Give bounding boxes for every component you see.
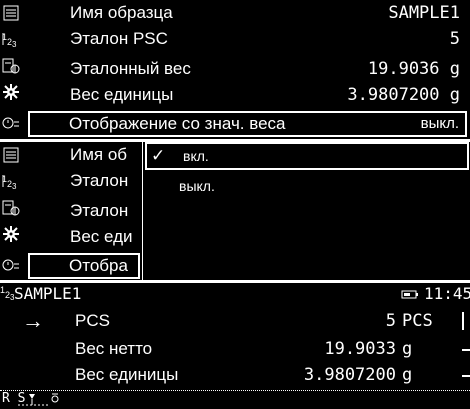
display-settings-icon[interactable]: [1, 113, 21, 133]
measurement-unit: PCS: [402, 311, 433, 331]
setting-label: Отобра: [69, 256, 128, 275]
list-icon[interactable]: [1, 145, 21, 165]
pcs-icon[interactable]: 123: [1, 171, 21, 191]
setting-row-truncated: Вес еди: [70, 224, 140, 250]
gear-icon[interactable]: [1, 82, 21, 102]
setting-label: Эталон: [70, 171, 129, 190]
pcs-icon[interactable]: 123: [1, 29, 21, 49]
setting-row-truncated: Эталон: [70, 198, 140, 224]
measurement-panel: 123 SAMPLE1 11:45 → PCS 5 PCS Вес нетто …: [0, 283, 470, 409]
setting-value: 3.9807200 g: [347, 85, 460, 105]
setting-label: Вес еди: [70, 227, 133, 246]
setting-row-reference-pcs[interactable]: Эталон PSC 5: [70, 26, 460, 52]
setting-label: Эталонный вес: [70, 59, 191, 78]
svg-text:3: 3: [12, 40, 17, 47]
option-label: выкл.: [179, 178, 215, 194]
measurement-label: Вес нетто: [75, 339, 153, 358]
divider: [0, 390, 470, 391]
setting-label: Отображение со знач. веса: [69, 114, 286, 133]
level-icon: [18, 391, 60, 409]
setting-row-truncated: Имя об: [70, 142, 140, 168]
balance-icon[interactable]: [1, 56, 21, 76]
list-icon[interactable]: [1, 3, 21, 23]
display-settings-icon[interactable]: [1, 255, 21, 275]
setting-label: Имя об: [70, 145, 128, 164]
status-bar: 123 SAMPLE1 11:45: [0, 283, 470, 305]
setting-row-display-with-weight[interactable]: Отображение со знач. веса выкл.: [28, 111, 467, 137]
setting-value: 19.9036 g: [367, 59, 460, 79]
check-icon: ✓: [151, 146, 166, 165]
scroll-indicator: [462, 349, 470, 351]
balance-icon[interactable]: [1, 198, 21, 218]
measurement-value: 3.9807200: [303, 365, 396, 385]
measurement-unit: g: [402, 339, 413, 359]
svg-text:3: 3: [12, 182, 17, 189]
setting-label: Эталон PSC: [70, 29, 168, 48]
measurement-label: Вес единицы: [75, 365, 179, 384]
battery-icon: [400, 283, 420, 311]
option-dropdown: ✓ вкл. выкл.: [142, 142, 470, 280]
setting-row-truncated-selected: Отобра: [28, 253, 140, 279]
setting-value: выкл.: [420, 115, 459, 132]
setting-row-sample-name[interactable]: Имя образца SAMPLE1: [70, 0, 460, 26]
setting-label: Имя образца: [70, 3, 173, 22]
gear-icon[interactable]: [1, 224, 21, 244]
option-on[interactable]: ✓ вкл.: [145, 142, 469, 170]
measurement-row-unit-weight: Вес единицы 3.9807200 g: [0, 362, 470, 388]
bottom-indicator: R S: [2, 391, 59, 407]
measurement-row-pcs: → PCS 5 PCS: [0, 308, 470, 334]
setting-row-reference-weight[interactable]: Эталонный вес 19.9036 g: [70, 56, 460, 82]
measurement-value: 19.9033: [324, 339, 396, 359]
measurement-unit: g: [402, 365, 413, 385]
setting-value: SAMPLE1: [388, 3, 460, 23]
sample-name: SAMPLE1: [14, 284, 82, 303]
dropdown-panel: 123 Имя об Эталон Эталон Вес еди Отобра …: [0, 142, 470, 280]
active-arrow-icon: →: [22, 308, 44, 333]
setting-value: 5: [449, 29, 460, 49]
setting-row-truncated: Эталон: [70, 168, 140, 194]
setting-label: Вес единицы: [70, 85, 174, 104]
setting-row-unit-weight[interactable]: Вес единицы 3.9807200 g: [70, 82, 460, 108]
scroll-indicator: [462, 312, 464, 330]
measurement-label: PCS: [75, 311, 110, 330]
option-off[interactable]: выкл.: [143, 173, 467, 199]
option-label: вкл.: [183, 148, 209, 164]
clock-time: 11:45: [424, 284, 470, 303]
setting-label: Эталон: [70, 201, 129, 220]
measurement-value: 5: [385, 311, 396, 331]
measurement-row-net-weight: Вес нетто 19.9033 g: [0, 336, 470, 362]
settings-panel: 123 Имя образца SAMPLE1 Эталон PSC 5 Эта…: [0, 0, 470, 139]
scroll-indicator: [462, 375, 470, 377]
